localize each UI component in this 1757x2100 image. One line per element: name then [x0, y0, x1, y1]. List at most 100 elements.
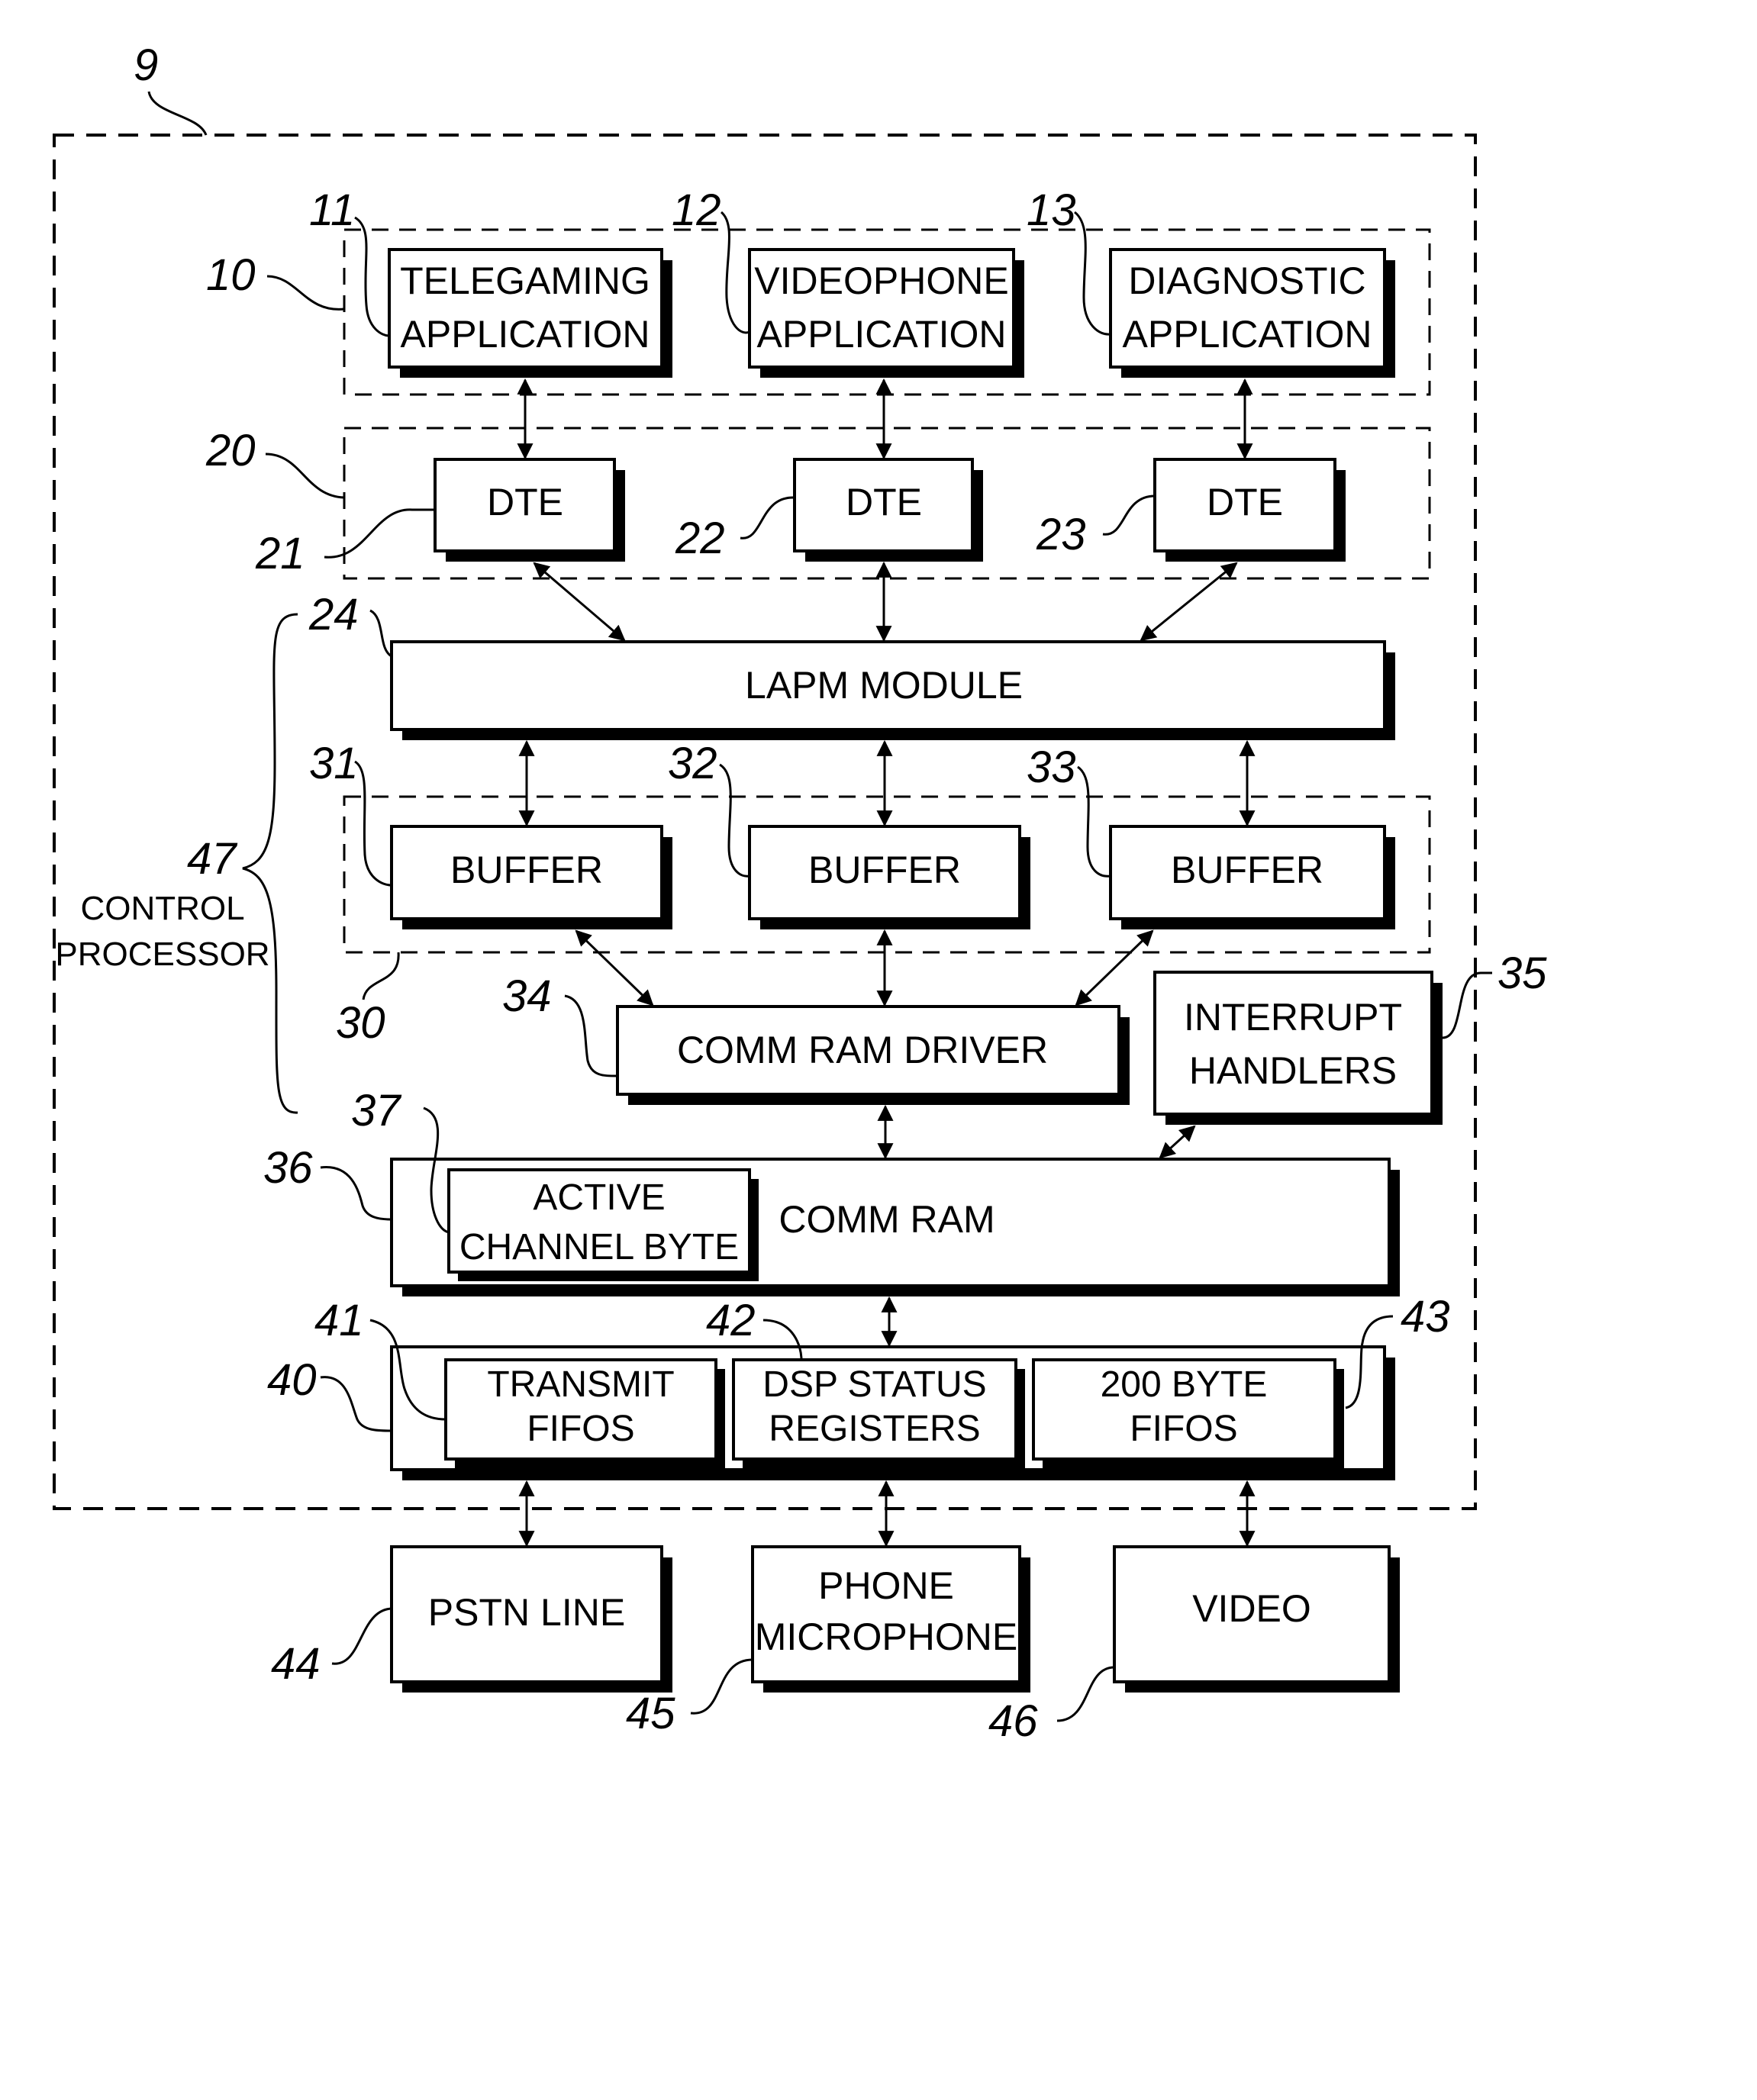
- ref-label-buffer-group: 30: [336, 998, 385, 1048]
- control-processor-label-line2: PROCESSOR: [55, 936, 269, 973]
- leader-line-34: [564, 994, 618, 1077]
- svg-text:CHANNEL BYTE: CHANNEL BYTE: [459, 1227, 739, 1267]
- leader-line-46: [1056, 1666, 1115, 1722]
- svg-text:DTE: DTE: [1207, 481, 1283, 523]
- svg-text:COMM RAM: COMM RAM: [779, 1198, 995, 1241]
- svg-text:REGISTERS: REGISTERS: [769, 1409, 980, 1449]
- leader-line-45: [690, 1658, 753, 1715]
- fifo-item-200-byte[interactable]: 200 BYTE FIFOS: [1032, 1358, 1344, 1468]
- fifo-item-transmit[interactable]: TRANSMIT FIFOS: [444, 1358, 725, 1468]
- svg-text:MICROPHONE: MICROPHONE: [755, 1615, 1017, 1658]
- ref-label-interrupt-handlers: 35: [1497, 949, 1547, 998]
- ref-label-telegaming: 11: [309, 185, 355, 235]
- application-box-videophone[interactable]: VIDEOPHONE APPLICATION: [748, 248, 1024, 378]
- ref-label-dsp-status: 42: [706, 1296, 756, 1345]
- svg-text:200 BYTE: 200 BYTE: [1101, 1364, 1268, 1405]
- leader-line-11: [354, 216, 390, 337]
- ref-label-applications-group: 10: [206, 250, 256, 300]
- svg-text:TELEGAMING: TELEGAMING: [400, 259, 650, 302]
- dte-box-2[interactable]: DTE: [793, 458, 983, 562]
- dte-box-1[interactable]: DTE: [434, 458, 625, 562]
- arrow-buffer3-driver: [1075, 929, 1154, 1007]
- ref-label-comm-ram-driver: 34: [502, 971, 552, 1021]
- svg-text:VIDEOPHONE: VIDEOPHONE: [754, 259, 1008, 302]
- svg-text:BUFFER: BUFFER: [1171, 849, 1323, 891]
- svg-text:ACTIVE: ACTIVE: [533, 1177, 665, 1218]
- svg-text:PSTN LINE: PSTN LINE: [428, 1591, 625, 1634]
- svg-text:COMM RAM DRIVER: COMM RAM DRIVER: [677, 1029, 1048, 1071]
- control-processor-brace: [242, 613, 298, 1114]
- svg-text:DSP STATUS: DSP STATUS: [762, 1364, 986, 1405]
- arrow-dte3-lapm: [1140, 562, 1238, 642]
- svg-text:HANDLERS: HANDLERS: [1189, 1049, 1397, 1092]
- leader-line-44: [331, 1607, 392, 1665]
- interrupt-handlers-box[interactable]: INTERRUPT HANDLERS: [1153, 971, 1443, 1125]
- device-box-pstn[interactable]: PSTN LINE: [390, 1545, 672, 1693]
- dte-box-3[interactable]: DTE: [1153, 458, 1346, 562]
- leader-line-9: [147, 91, 208, 136]
- svg-text:BUFFER: BUFFER: [450, 849, 603, 891]
- buffer-box-3[interactable]: BUFFER: [1109, 825, 1395, 929]
- ref-label-buffer-2: 32: [668, 739, 717, 788]
- ref-label-buffer-1: 31: [309, 739, 359, 788]
- leader-line-22: [740, 496, 795, 539]
- buffer-box-2[interactable]: BUFFER: [748, 825, 1030, 929]
- svg-text:LAPM MODULE: LAPM MODULE: [745, 664, 1023, 707]
- leader-line-23: [1102, 494, 1156, 536]
- buffer-box-1[interactable]: BUFFER: [390, 825, 672, 929]
- leader-line-40: [320, 1376, 392, 1432]
- ref-label-phone-microphone: 45: [626, 1689, 675, 1738]
- ref-label-video: 46: [988, 1696, 1038, 1746]
- leader-line-31: [354, 760, 392, 887]
- svg-text:DIAGNOSTIC: DIAGNOSTIC: [1128, 259, 1365, 302]
- arrow-buffer1-driver: [575, 929, 654, 1007]
- ref-label-dte-group: 20: [205, 426, 256, 475]
- ref-label-fifo-block: 40: [267, 1355, 317, 1405]
- application-box-telegaming[interactable]: TELEGAMING APPLICATION: [388, 248, 672, 378]
- arrow-interrupt-commram: [1159, 1125, 1196, 1159]
- device-box-phone-microphone[interactable]: PHONE MICROPHONE: [751, 1545, 1030, 1693]
- leader-line-20: [265, 453, 345, 499]
- svg-text:DTE: DTE: [487, 481, 563, 523]
- ref-label-pstn: 44: [271, 1639, 321, 1689]
- ref-label-transmit-fifos: 41: [314, 1296, 364, 1345]
- ref-label-control-processor: 47: [187, 834, 238, 884]
- svg-text:FIFOS: FIFOS: [1130, 1409, 1237, 1449]
- svg-text:FIFOS: FIFOS: [527, 1409, 634, 1449]
- arrow-dte1-lapm: [533, 562, 626, 642]
- leader-line-36: [320, 1166, 392, 1221]
- svg-text:BUFFER: BUFFER: [808, 849, 961, 891]
- ref-label-dte-3: 23: [1036, 510, 1086, 559]
- ref-label-lapm: 24: [308, 590, 359, 639]
- application-box-diagnostic[interactable]: DIAGNOSTIC APPLICATION: [1109, 248, 1395, 378]
- fifo-item-dsp-status[interactable]: DSP STATUS REGISTERS: [732, 1358, 1025, 1468]
- control-processor-label-line1: CONTROL: [80, 890, 244, 927]
- leader-line-33: [1077, 765, 1111, 878]
- svg-text:APPLICATION: APPLICATION: [401, 313, 650, 356]
- ref-label-system: 9: [134, 40, 158, 90]
- svg-text:VIDEO: VIDEO: [1192, 1587, 1311, 1630]
- svg-text:DTE: DTE: [846, 481, 922, 523]
- ref-label-200-byte-fifos: 43: [1401, 1292, 1450, 1341]
- ref-label-active-channel-byte: 37: [351, 1086, 402, 1135]
- lapm-module-box[interactable]: LAPM MODULE: [390, 640, 1395, 740]
- ref-label-dte-2: 22: [675, 514, 725, 563]
- device-box-video[interactable]: VIDEO: [1113, 1545, 1400, 1693]
- svg-text:PHONE: PHONE: [818, 1564, 954, 1607]
- ref-label-comm-ram: 36: [263, 1143, 313, 1193]
- leader-line-30: [362, 952, 400, 1000]
- ref-label-diagnostic: 13: [1027, 185, 1076, 235]
- ref-label-dte-1: 21: [255, 529, 305, 578]
- leader-line-35: [1442, 971, 1492, 1039]
- comm-ram-driver-box[interactable]: COMM RAM DRIVER: [616, 1005, 1130, 1105]
- svg-text:APPLICATION: APPLICATION: [757, 313, 1007, 356]
- svg-text:TRANSMIT: TRANSMIT: [487, 1364, 674, 1405]
- leader-line-10: [266, 275, 345, 311]
- active-channel-byte-box[interactable]: ACTIVE CHANNEL BYTE: [447, 1168, 759, 1281]
- block-diagram: 9 10 20 30 47 CONTROL PROCESSOR 24 TELEG…: [53, 40, 1547, 1746]
- svg-text:APPLICATION: APPLICATION: [1123, 313, 1372, 356]
- ref-label-buffer-3: 33: [1027, 742, 1076, 792]
- ref-label-videophone: 12: [672, 185, 721, 235]
- leader-line-21: [324, 508, 435, 559]
- leader-line-32: [719, 763, 750, 878]
